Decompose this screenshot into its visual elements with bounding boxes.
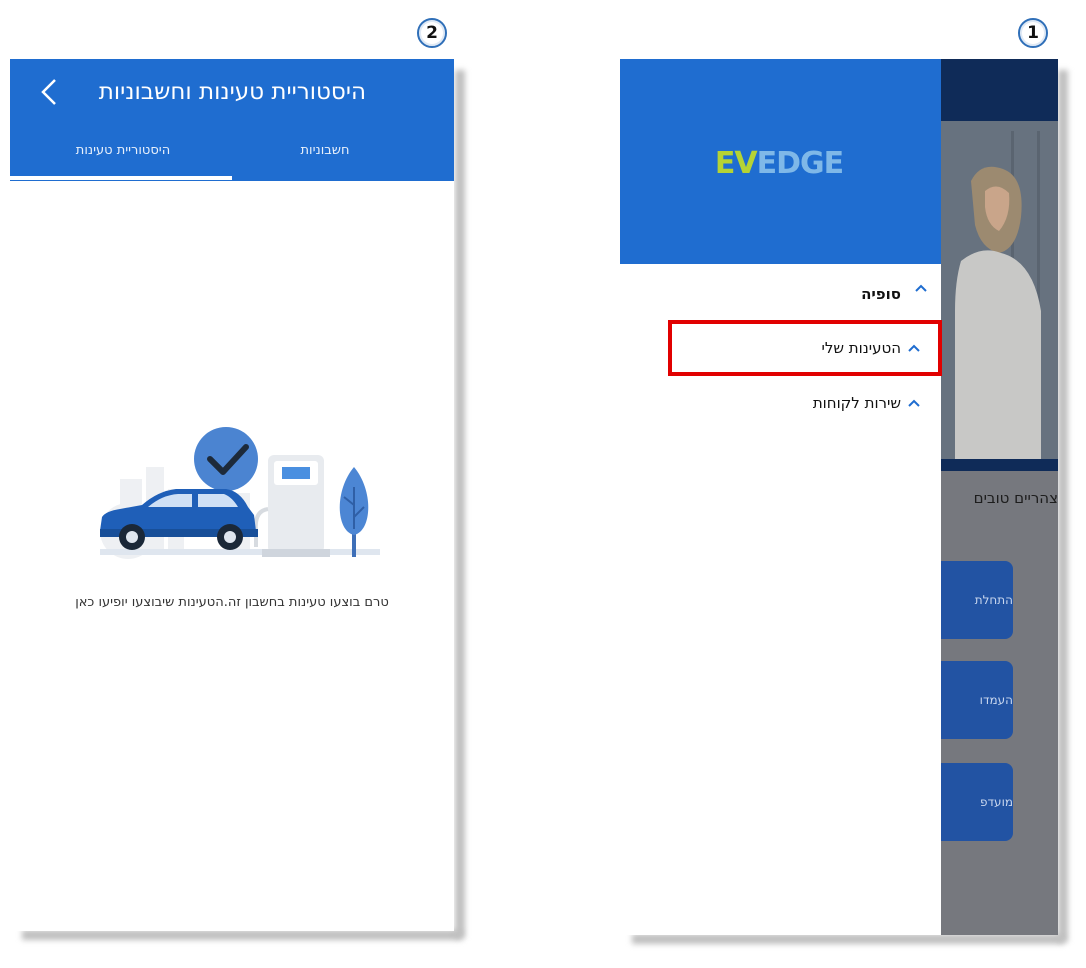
app-header: היסטוריית טעינות וחשבוניות חשבוניות היסט… [10, 59, 454, 181]
charging-history-screen: היסטוריית טעינות וחשבוניות חשבוניות היסט… [10, 59, 454, 931]
menu-item-my-charges[interactable]: הטעינות שלי [822, 334, 922, 362]
background-button-start: התחלת [941, 561, 1013, 639]
chevron-up-icon [908, 399, 920, 407]
charging-station [253, 455, 330, 557]
chevron-up-icon[interactable] [913, 281, 929, 295]
empty-state-message: טרם בוצעו טעינות בחשבון זה.הטעינות שיבוצ… [75, 595, 389, 610]
active-tab-indicator [10, 176, 232, 180]
step-badge-2: 2 [417, 18, 447, 48]
background-top-bar [941, 59, 1058, 121]
screen1-shadow [632, 934, 1064, 944]
navigation-drawer: EVEDGE סופיה הטעינות שלי שירות לקוחות [620, 59, 941, 935]
drawer-header: EVEDGE [620, 59, 941, 264]
home-screen-with-drawer: צהריים טובים התחלת העמדו מועדפ EVEDGE סו… [620, 59, 1058, 935]
menu-item-customer-service[interactable]: שירות לקוחות [813, 389, 921, 417]
background-button-stations: העמדו [941, 661, 1013, 739]
chevron-up-icon [908, 344, 920, 352]
screen2-side-shadow [455, 70, 465, 938]
checkmark-circle-icon [194, 427, 258, 491]
screen1-side-shadow [1058, 70, 1068, 942]
back-button[interactable] [32, 75, 66, 109]
background-greeting: צהריים טובים [973, 489, 1058, 507]
tab-invoices[interactable]: חשבוניות [270, 137, 380, 181]
user-name: סופיה [861, 285, 901, 303]
step-badge-1: 1 [1018, 18, 1048, 48]
background-hero-photo [941, 121, 1058, 459]
page-title: היסטוריית טעינות וחשבוניות [98, 79, 366, 105]
tree-icon [339, 467, 369, 557]
empty-state-illustration [100, 427, 380, 559]
screen2-shadow [22, 930, 462, 940]
woman-photo-image [941, 121, 1058, 459]
tab-bar: חשבוניות היסטוריית טעינות [10, 137, 454, 181]
background-button-favorites: מועדפ [941, 763, 1013, 841]
svg-text:EVEDGE: EVEDGE [715, 146, 843, 181]
chevron-left-icon [41, 79, 56, 105]
background-divider [941, 459, 1058, 471]
menu-item-label: הטעינות שלי [821, 339, 902, 357]
menu-item-label: שירות לקוחות [812, 394, 901, 412]
tab-charging-history[interactable]: היסטוריית טעינות [38, 137, 208, 181]
evedge-logo: EVEDGE [715, 146, 844, 181]
